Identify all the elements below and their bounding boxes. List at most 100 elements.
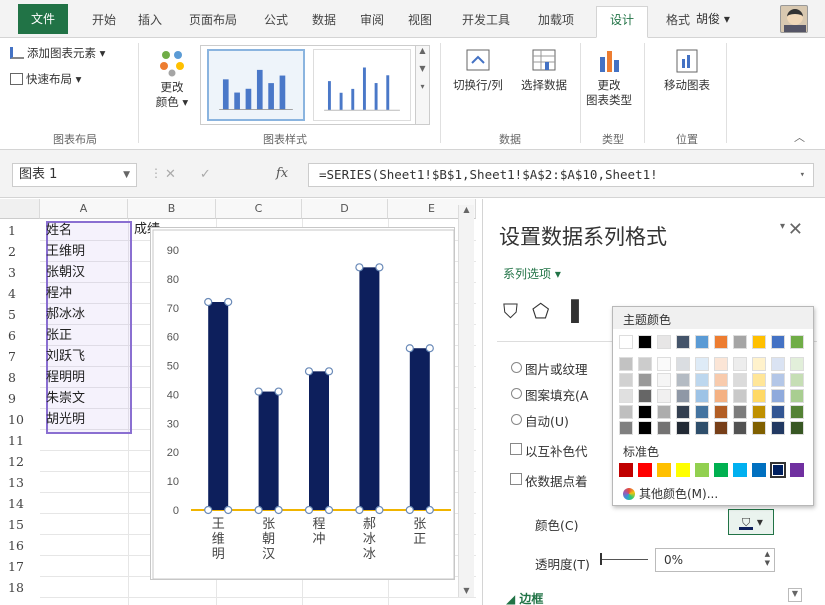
column-header-c[interactable]: C: [216, 199, 302, 219]
row-header[interactable]: 12: [0, 451, 40, 472]
fill-line-icon[interactable]: ⛉: [503, 299, 518, 323]
theme-color-swatch[interactable]: [695, 335, 709, 349]
column-header-b[interactable]: B: [128, 199, 216, 219]
formula-expand-icon[interactable]: ▾: [800, 164, 805, 186]
spin-icon[interactable]: ▲ ▼: [765, 550, 770, 568]
theme-color-swatch[interactable]: [619, 335, 633, 349]
tab-developer[interactable]: 开发工具: [450, 7, 522, 33]
theme-color-swatch[interactable]: [676, 389, 690, 403]
user-name[interactable]: 胡俊 ▾: [696, 10, 730, 27]
formula-input[interactable]: =SERIES(Sheet1!$B$1,Sheet1!$A$2:$A$10,Sh…: [308, 163, 814, 187]
theme-color-swatch[interactable]: [638, 335, 652, 349]
theme-color-swatch[interactable]: [619, 389, 633, 403]
theme-color-swatch[interactable]: [752, 405, 766, 419]
tab-page-layout[interactable]: 页面布局: [178, 7, 248, 33]
radio-automatic[interactable]: [511, 414, 522, 425]
row-header[interactable]: 16: [0, 535, 40, 556]
chart-styles-gallery[interactable]: ▲ ▼ ▾: [200, 45, 430, 125]
theme-color-swatch[interactable]: [733, 389, 747, 403]
theme-color-swatch[interactable]: [733, 421, 747, 435]
theme-color-swatch[interactable]: [733, 405, 747, 419]
row-header[interactable]: 4: [0, 283, 40, 304]
transparency-input[interactable]: 0% ▲ ▼: [655, 548, 775, 572]
theme-color-swatch[interactable]: [733, 335, 747, 349]
theme-color-swatch[interactable]: [714, 421, 728, 435]
standard-color-swatch[interactable]: [733, 463, 747, 477]
theme-color-swatch[interactable]: [771, 373, 785, 387]
theme-color-swatch[interactable]: [695, 357, 709, 371]
name-box-dropdown-icon[interactable]: ▼: [123, 164, 130, 186]
theme-color-swatch[interactable]: [790, 421, 804, 435]
theme-color-swatch[interactable]: [752, 389, 766, 403]
theme-color-swatch[interactable]: [752, 373, 766, 387]
cell-a8[interactable]: 程明明: [46, 367, 85, 388]
name-box[interactable]: 图表 1 ▼: [12, 163, 137, 187]
avatar[interactable]: [780, 5, 808, 33]
tab-review[interactable]: 审阅: [352, 7, 392, 33]
tab-format[interactable]: 格式: [656, 7, 700, 33]
cancel-icon[interactable]: ✕: [165, 167, 200, 182]
bar-3[interactable]: [309, 371, 329, 510]
theme-color-swatch[interactable]: [619, 357, 633, 371]
move-chart-button[interactable]: 移动图表: [658, 47, 716, 93]
theme-color-swatch[interactable]: [771, 389, 785, 403]
row-header[interactable]: 3: [0, 262, 40, 283]
change-colors-button[interactable]: 更改 颜色 ▾: [150, 49, 194, 110]
theme-color-swatch[interactable]: [676, 405, 690, 419]
standard-color-swatch[interactable]: [790, 463, 804, 477]
standard-color-swatch[interactable]: [695, 463, 709, 477]
cell-a2[interactable]: 王维明: [46, 241, 85, 262]
theme-color-swatch[interactable]: [657, 335, 671, 349]
theme-color-swatch[interactable]: [790, 405, 804, 419]
row-header[interactable]: 18: [0, 577, 40, 598]
picture-fill-option[interactable]: 图片或纹理: [511, 359, 588, 378]
theme-color-swatch[interactable]: [638, 373, 652, 387]
insert-function-icon[interactable]: fx: [276, 166, 288, 181]
row-header[interactable]: 17: [0, 556, 40, 577]
theme-color-swatch[interactable]: [619, 405, 633, 419]
theme-color-swatch[interactable]: [714, 389, 728, 403]
series-options-dropdown[interactable]: 系列选项 ▾: [503, 265, 561, 282]
change-chart-type-button[interactable]: 更改 图表类型: [584, 47, 634, 108]
theme-color-swatch[interactable]: [657, 405, 671, 419]
pane-menu-icon[interactable]: ▾: [780, 221, 785, 232]
theme-color-swatch[interactable]: [638, 421, 652, 435]
pane-scroll-down-icon[interactable]: ▼: [788, 588, 802, 602]
row-header[interactable]: 8: [0, 367, 40, 388]
theme-color-swatch[interactable]: [638, 405, 652, 419]
enter-icon[interactable]: ✓: [200, 167, 235, 182]
theme-color-swatch[interactable]: [638, 389, 652, 403]
bar-4[interactable]: [359, 267, 380, 510]
cell-a4[interactable]: 程冲: [46, 283, 72, 304]
row-header[interactable]: 10: [0, 409, 40, 430]
checkbox-invert[interactable]: [510, 443, 522, 455]
row-header[interactable]: 2: [0, 241, 40, 262]
switch-row-column-button[interactable]: 切换行/列: [446, 47, 510, 93]
tab-insert[interactable]: 插入: [130, 7, 170, 33]
standard-color-swatch[interactable]: [752, 463, 766, 477]
bar-5[interactable]: [409, 348, 430, 510]
tab-file[interactable]: 文件: [18, 4, 68, 34]
effects-icon[interactable]: ⬠: [532, 299, 549, 323]
bar-1[interactable]: [208, 302, 229, 510]
tab-data[interactable]: 数据: [304, 7, 344, 33]
theme-color-swatch[interactable]: [752, 357, 766, 371]
automatic-fill-option[interactable]: 自动(U): [511, 411, 569, 430]
row-header[interactable]: 13: [0, 472, 40, 493]
vary-colors-option[interactable]: 依数据点着: [510, 471, 588, 490]
invert-if-negative-option[interactable]: 以互补色代: [510, 441, 588, 460]
theme-color-swatch[interactable]: [752, 421, 766, 435]
theme-color-swatch[interactable]: [790, 389, 804, 403]
cell-a5[interactable]: 郝冰冰: [46, 304, 85, 325]
row-header[interactable]: 7: [0, 346, 40, 367]
theme-color-swatch[interactable]: [619, 373, 633, 387]
theme-color-swatch[interactable]: [733, 373, 747, 387]
select-data-button[interactable]: 选择数据: [514, 47, 574, 93]
bar-2[interactable]: [258, 391, 279, 510]
column-header-a[interactable]: A: [40, 199, 128, 219]
vertical-scrollbar[interactable]: ▲ ▼: [458, 205, 474, 597]
chart-style-2[interactable]: [313, 49, 411, 121]
row-header[interactable]: 14: [0, 493, 40, 514]
tab-design[interactable]: 设计: [596, 6, 648, 38]
chart-svg[interactable]: 0 10 20 30 40 50 60 70 80 90 王维明 张朝汉 程冲 郝冰冰 张正: [151, 228, 456, 581]
